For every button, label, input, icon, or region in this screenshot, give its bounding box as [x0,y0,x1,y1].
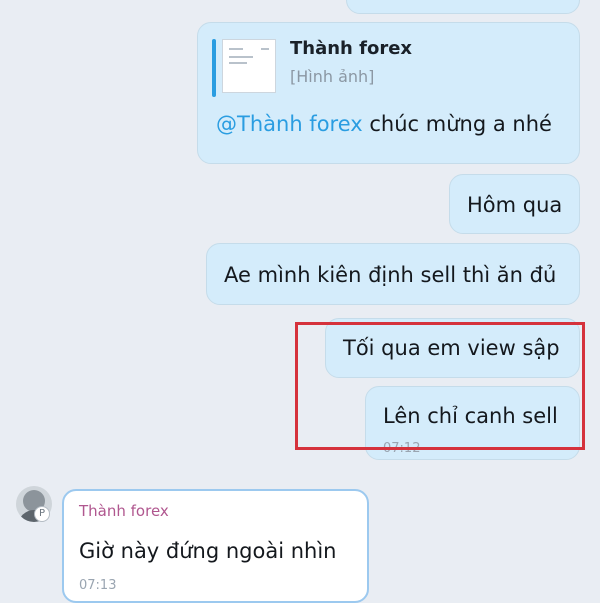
quoted-message-type: [Hình ảnh] [290,67,375,86]
message-text: Hôm qua [467,193,563,217]
message-text: Giờ này đứng ngoài nhìn [79,539,337,563]
message-text-body: chúc mừng a nhé [362,112,552,136]
p-badge-icon: P [34,506,50,522]
message-text: Ae mình kiên định sell thì ăn đủ [224,263,557,287]
quote-bar [212,39,216,97]
message-timestamp: 07:13 [79,578,117,593]
quoted-image-thumbnail[interactable] [222,39,276,93]
mention-link[interactable]: @Thành forex [216,112,363,136]
message-bubble[interactable]: Ae mình kiên định sell thì ăn đủ [206,243,580,305]
message-bubble-reply[interactable]: Thành forex [Hình ảnh] @Thành forex chúc… [197,22,580,164]
message-bubble-incoming[interactable]: Thành forex Giờ này đứng ngoài nhìn 07:1… [62,489,369,603]
quoted-sender-name: Thành forex [290,38,413,59]
highlight-box [295,322,585,450]
message-bubble-partial[interactable] [346,0,580,14]
message-bubble[interactable]: Hôm qua [449,174,580,234]
message-text: @Thành forex chúc mừng a nhé [216,112,552,136]
sender-name[interactable]: Thành forex [79,502,169,520]
